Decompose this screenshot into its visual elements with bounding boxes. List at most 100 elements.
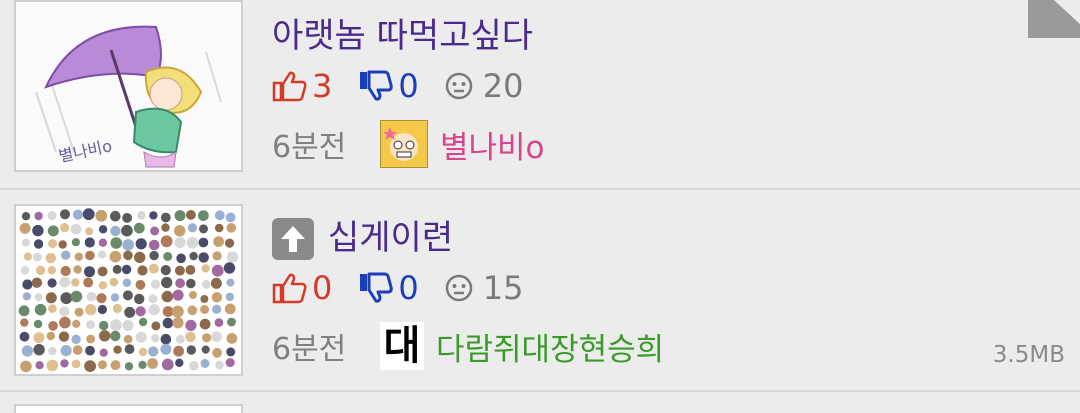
collage-face [109, 250, 122, 263]
collage-face [147, 358, 159, 369]
collage-face [99, 330, 111, 342]
collage-face [186, 345, 196, 355]
star-character-avatar-icon [381, 121, 427, 167]
collage-face [60, 209, 70, 220]
thumbs-down-icon [360, 272, 394, 303]
comment-stat[interactable]: 15 [445, 269, 523, 307]
collage-face [99, 348, 108, 357]
collage-face [150, 279, 161, 289]
collage-face [148, 263, 159, 274]
next-post-thumbnail-peek[interactable] [14, 404, 243, 413]
collage-face [151, 321, 161, 331]
collage-face [160, 235, 173, 248]
post-stats: 3 0 20 [272, 66, 549, 106]
collage-face [226, 333, 238, 344]
post-thumbnail[interactable]: 별나비o [14, 0, 243, 172]
post-item[interactable]: 십게이련 0 0 15 6분전 대 다람쥐대장현승희 3.5MB [0, 190, 1080, 392]
collage-face [198, 252, 209, 263]
avatar[interactable]: 대 [380, 322, 424, 370]
collage-face [121, 264, 132, 275]
collage-face [135, 279, 146, 290]
collage-face [110, 293, 120, 302]
collage-face [148, 294, 158, 304]
comment-face-icon [445, 274, 472, 302]
collage-face [174, 265, 185, 276]
collage-face [138, 347, 148, 357]
collage-face [176, 253, 186, 264]
collage-face [211, 292, 223, 303]
collage-face [175, 334, 185, 344]
comment-stat[interactable]: 20 [445, 67, 524, 105]
umbrella-drawing-image: 별나비o [16, 2, 241, 170]
collage-face [226, 347, 236, 357]
collage-face [60, 345, 72, 357]
post-thumbnail[interactable] [14, 204, 243, 376]
collage-face [33, 332, 45, 344]
collage-face [60, 292, 73, 305]
collage-face [86, 334, 95, 344]
collage-face [112, 303, 122, 314]
collage-face [122, 290, 133, 301]
post-list: 별나비o 아랫놈 따먹고싶다 3 0 20 6분전 별나비o 십게이련 0 0 … [0, 0, 1080, 413]
collage-face [35, 361, 44, 370]
collage-face [213, 236, 225, 247]
collage-face [34, 293, 43, 302]
collage-face [189, 251, 198, 261]
collage-face [163, 252, 173, 261]
username[interactable]: 별나비o [440, 122, 545, 167]
collage-face [210, 277, 222, 289]
collage-face [84, 360, 96, 372]
collage-face [85, 227, 94, 236]
upvote-stat[interactable]: 0 [272, 269, 332, 307]
collage-face [121, 224, 133, 237]
comment-count: 20 [482, 67, 524, 105]
collage-face [134, 251, 146, 264]
collage-face [31, 277, 43, 288]
collage-face [137, 211, 146, 220]
downvote-stat[interactable]: 0 [358, 67, 419, 105]
upvote-count: 3 [312, 67, 333, 105]
collage-face [20, 318, 29, 327]
collage-face [97, 266, 108, 277]
thumbs-up-icon [272, 273, 307, 304]
collage-face [34, 211, 43, 221]
collage-face [113, 345, 122, 354]
collage-face [60, 265, 71, 277]
collage-face [226, 251, 239, 263]
collage-face [186, 237, 199, 249]
collage-face [22, 279, 33, 290]
collage-face [212, 347, 223, 358]
collage-face [74, 252, 83, 261]
collage-face [60, 359, 69, 368]
post-title[interactable]: 아랫놈 따먹고싶다 [272, 8, 533, 57]
collage-face [186, 278, 196, 289]
collage-face [214, 210, 225, 221]
thumbs-down-icon [360, 70, 394, 101]
post-item[interactable]: 별나비o 아랫놈 따먹고싶다 3 0 20 6분전 별나비o [0, 0, 1080, 190]
collage-face [99, 320, 109, 331]
collage-face [98, 250, 107, 259]
upvote-stat[interactable]: 3 [272, 67, 332, 105]
collage-face [223, 262, 236, 274]
collage-face [19, 331, 30, 342]
post-time: 6분전 [272, 130, 347, 165]
collage-face [187, 223, 197, 233]
collage-face [134, 293, 145, 305]
post-title[interactable]: 십게이련 [272, 210, 453, 260]
collage-face [59, 276, 71, 288]
username[interactable]: 다람쥐대장현승희 [436, 324, 664, 369]
collage-face [86, 320, 95, 329]
collage-face [98, 281, 108, 290]
collage-face [198, 210, 209, 221]
collage-face [82, 208, 95, 221]
collage-face [151, 334, 160, 343]
avatar[interactable] [380, 120, 428, 168]
collage-face [74, 307, 84, 317]
collage-face [174, 225, 186, 237]
downvote-stat[interactable]: 0 [358, 269, 419, 307]
collage-face [211, 264, 224, 277]
collage-face [23, 252, 32, 261]
downvote-count: 0 [398, 67, 419, 105]
collage-face [71, 278, 80, 287]
collage-face [225, 358, 235, 368]
